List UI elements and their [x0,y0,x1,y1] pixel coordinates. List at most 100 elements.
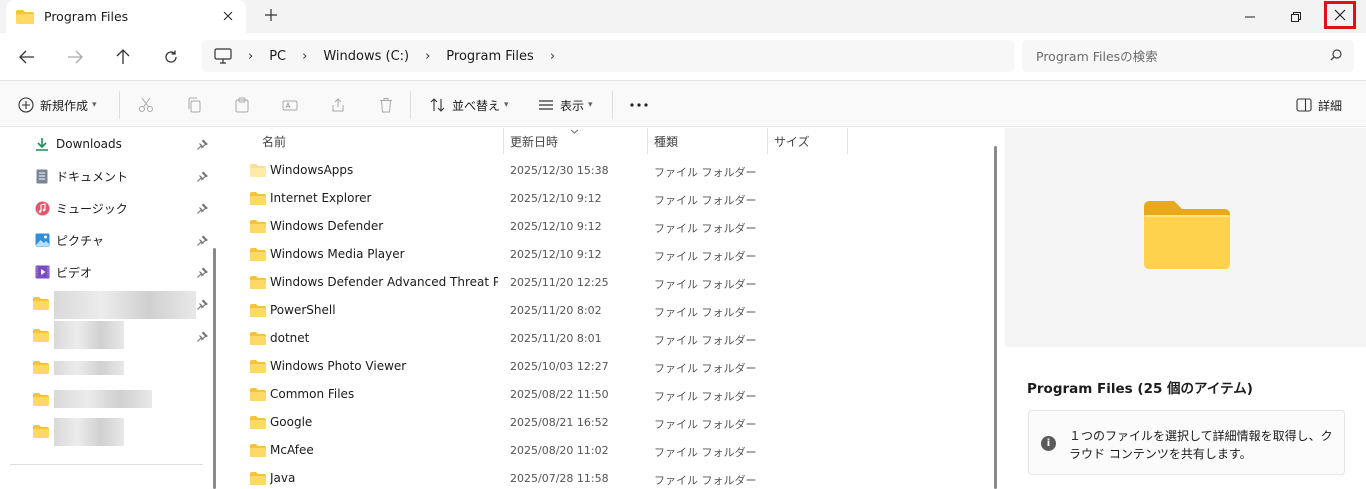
tab-close-icon[interactable] [220,8,236,24]
minimize-icon[interactable] [1227,0,1273,33]
copy-icon[interactable] [184,95,204,115]
search-box[interactable] [1022,40,1354,72]
column-divider[interactable] [503,128,504,154]
pin-icon[interactable] [196,331,208,343]
redacted-folder-name[interactable] [54,418,124,446]
folder-icon [33,393,49,406]
table-row[interactable]: Common Files 2025/08/22 11:50 ファイル フォルダー [229,381,989,409]
breadcrumb-pc[interactable]: PC [269,49,286,64]
nav-item-music[interactable]: ミュージック [34,198,128,218]
nav-item-label: ミュージック [56,201,128,216]
pin-icon[interactable] [196,299,208,311]
column-divider[interactable] [647,128,648,154]
nav-item-downloads[interactable]: Downloads [34,134,122,154]
tab-program-files[interactable]: Program Files [6,0,246,33]
column-header-type[interactable]: 種類 [654,128,678,154]
redacted-folder-name[interactable] [54,321,124,349]
table-row[interactable]: Windows Photo Viewer 2025/10/03 12:27 ファイル… [229,353,989,381]
refresh-icon[interactable] [159,45,183,69]
file-date: 2025/11/20 8:01 [510,332,602,345]
navigation-bar: › PC › Windows (C:) › Program Files › [0,33,1366,80]
divider [410,91,411,119]
info-icon: i [1041,436,1056,451]
nav-divider [10,464,203,465]
nav-item-label: ドキュメント [56,169,129,184]
file-name: Internet Explorer [270,191,372,205]
table-row[interactable]: dotnet 2025/11/20 8:01 ファイル フォルダー [229,325,989,353]
pin-icon[interactable] [196,139,208,151]
file-name: McAfee [270,443,314,457]
file-type: ファイル フォルダー [654,362,757,375]
back-arrow-icon[interactable] [15,45,39,69]
file-name: Google [270,415,313,429]
command-bar: 新規作成 ▾ 並べ替え ▾ 表示 ▾ 詳細 [0,80,1366,127]
forward-arrow-icon[interactable] [63,45,87,69]
more-options-icon[interactable] [630,94,648,116]
file-name: Windows Defender [270,219,384,233]
table-row[interactable]: Windows Defender 2025/12/10 9:12 ファイル フォルダ… [229,213,989,241]
table-row[interactable]: Java 2025/07/28 11:58 ファイル フォルダー [229,465,989,489]
chevron-right-icon[interactable]: › [302,49,307,64]
redacted-folder-name[interactable] [54,291,196,319]
redacted-folder-name[interactable] [54,361,124,375]
view-button[interactable]: 表示 ▾ [538,94,593,116]
file-type: ファイル フォルダー [654,250,757,263]
folder-icon [250,304,266,317]
column-header-size[interactable]: サイズ [774,128,810,154]
new-label: 新規作成 [40,98,89,113]
file-date: 2025/10/03 12:27 [510,360,609,373]
delete-icon[interactable] [376,95,396,115]
table-row[interactable]: WindowsApps 2025/12/30 15:38 ファイル フォルダー [229,157,989,185]
sort-chevron-icon [570,129,579,134]
restore-icon[interactable] [1273,0,1319,33]
pin-icon[interactable] [196,267,208,279]
table-row[interactable]: Windows Media Player 2025/12/10 9:12 ファイル … [229,241,989,269]
table-row[interactable]: Internet Explorer 2025/12/10 9:12 ファイル フォル… [229,185,989,213]
info-text: １つのファイルを選択して詳細情報を取得し、クラウド コンテンツを共有します。 [1069,429,1333,461]
nav-scrollbar[interactable] [213,248,216,489]
file-date: 2025/12/10 9:12 [510,192,602,205]
breadcrumb-windows-c[interactable]: Windows (C:) [323,49,409,64]
redacted-folder-name[interactable] [54,390,152,408]
cut-icon[interactable] [136,95,156,115]
paste-icon[interactable] [232,95,252,115]
new-tab-icon[interactable] [262,7,280,25]
column-header-name[interactable]: 名前 [262,128,286,154]
sort-button[interactable]: 並べ替え ▾ [430,94,509,116]
breadcrumb-program-files[interactable]: Program Files [446,49,534,64]
pin-icon[interactable] [196,203,208,215]
nav-item-label: ビデオ [56,265,93,280]
pin-icon[interactable] [196,171,208,183]
column-divider[interactable] [767,128,768,154]
column-header-date[interactable]: 更新日時 [510,128,558,154]
table-row[interactable]: PowerShell 2025/11/20 8:02 ファイル フォルダー [229,297,989,325]
plus-circle-icon [18,97,34,113]
info-box: i １つのファイルを選択して詳細情報を取得し、クラウド コンテンツを共有します。 [1028,410,1345,475]
folder-icon [250,444,266,457]
rename-icon[interactable] [280,95,300,115]
table-row[interactable]: Google 2025/08/21 16:52 ファイル フォルダー [229,409,989,437]
column-divider[interactable] [847,128,848,154]
file-type: ファイル フォルダー [654,418,757,431]
up-arrow-icon[interactable] [111,45,135,69]
share-icon[interactable] [328,95,348,115]
pin-icon[interactable] [196,235,208,247]
address-bar[interactable]: › PC › Windows (C:) › Program Files › [202,40,1014,72]
details-pane-button[interactable]: 詳細 [1296,94,1342,116]
nav-item-pictures[interactable]: ピクチャ [34,230,104,250]
file-date: 2025/08/21 16:52 [510,416,609,429]
file-list-scrollbar[interactable] [994,146,997,489]
chevron-right-icon[interactable]: › [425,49,430,64]
file-date: 2025/12/30 15:38 [510,164,609,177]
folder-icon [16,9,34,24]
chevron-right-icon[interactable]: › [550,49,555,64]
nav-item-documents[interactable]: ドキュメント [34,166,128,186]
new-button[interactable]: 新規作成 ▾ [18,94,97,116]
nav-item-videos[interactable]: ビデオ [34,262,92,282]
table-row[interactable]: Windows Defender Advanced Threat Prot...… [229,269,989,297]
folder-icon [250,472,266,485]
table-row[interactable]: McAfee 2025/08/20 11:02 ファイル フォルダー [229,437,989,465]
search-input[interactable] [1036,48,1316,64]
close-icon[interactable] [1324,1,1356,29]
file-name: dotnet [270,331,310,345]
